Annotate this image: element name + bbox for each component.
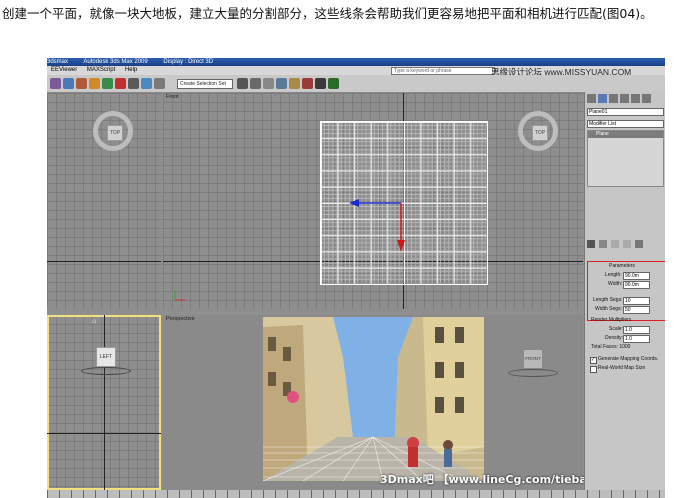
title-display: Display : Direct 3D: [163, 59, 214, 65]
real-world-checkbox[interactable]: [590, 366, 597, 373]
configure-sets-icon[interactable]: [635, 240, 643, 248]
parameters-rollout-title[interactable]: Parameters: [609, 263, 635, 269]
title-app: 3dsmax: [47, 59, 69, 65]
schematic-icon[interactable]: [289, 78, 300, 89]
title-bar: 3dsmax Autodesk 3ds Max 2009 Display : D…: [47, 58, 665, 66]
unlink-icon[interactable]: [76, 78, 87, 89]
search-input[interactable]: Type a keyword or phrase: [391, 67, 495, 75]
show-end-result-icon[interactable]: [599, 240, 607, 248]
remove-modifier-icon[interactable]: [623, 240, 631, 248]
grid-axis-y: [104, 315, 105, 490]
title-product: Autodesk 3ds Max 2009: [83, 59, 148, 65]
bind-icon[interactable]: [89, 78, 100, 89]
menu-item-help[interactable]: Help: [125, 67, 137, 73]
undo-icon[interactable]: [50, 78, 61, 89]
selection-set-dropdown[interactable]: Create Selection Set: [177, 79, 233, 89]
max-screenshot: 3dsmax Autodesk 3ds Max 2009 Display : D…: [47, 58, 665, 498]
viewport-left[interactable]: LEFT ⌂: [47, 315, 161, 490]
length-segs-field[interactable]: 10: [623, 297, 650, 305]
home-icon[interactable]: ⌂: [92, 318, 96, 325]
scale-icon[interactable]: [154, 78, 165, 89]
viewcube-face-top: TOP: [107, 125, 123, 141]
modify-tab-icon[interactable]: [598, 94, 607, 103]
viewport-label-perspective: Perspective: [166, 316, 195, 322]
viewcube-ring: [508, 369, 558, 377]
length-field[interactable]: 90.0m: [623, 272, 650, 280]
viewport-label-front: Front: [166, 94, 179, 100]
density-label: Density:: [605, 335, 624, 341]
hierarchy-tab-icon[interactable]: [609, 94, 618, 103]
scale-label: Scale:: [609, 326, 623, 332]
background-photo: [263, 317, 484, 481]
move-icon[interactable]: [128, 78, 139, 89]
scale-field[interactable]: 1.0: [623, 326, 650, 334]
modifier-list-dropdown[interactable]: Modifier List: [587, 120, 664, 128]
viewport-front[interactable]: Front TOP: [163, 93, 583, 309]
pin-stack-icon[interactable]: [587, 240, 595, 248]
rotate-icon[interactable]: [141, 78, 152, 89]
layer-icon[interactable]: [263, 78, 274, 89]
total-faces-label: Total Faces: 1000: [591, 344, 631, 350]
street-photo-illustration: [263, 317, 484, 481]
stack-controls: [587, 240, 664, 250]
viewcube-face-front: FRONT: [523, 349, 543, 369]
viewcube-perspective[interactable]: FRONT: [508, 345, 558, 377]
length-label: Length:: [605, 272, 622, 278]
length-segs-label: Length Segs:: [593, 297, 623, 303]
viewcube-face-left: LEFT: [96, 347, 116, 367]
create-tab-icon[interactable]: [587, 94, 596, 103]
material-editor-icon[interactable]: [302, 78, 313, 89]
generate-mapping-label: Generate Mapping Coords.: [598, 356, 659, 362]
modifier-stack: Plane: [587, 130, 664, 187]
command-panel: Plane01 Modifier List Plane Parameters L…: [584, 92, 665, 498]
render-multipliers-label: Render Multipliers: [591, 317, 632, 323]
link-icon[interactable]: [63, 78, 74, 89]
generate-mapping-checkbox[interactable]: ✓: [590, 357, 597, 364]
utilities-tab-icon[interactable]: [642, 94, 651, 103]
main-toolbar: Create Selection Set: [47, 75, 665, 93]
article-caption: 创建一个平面，就像一块大地板，建立大量的分割部分，这些线条会帮助我们更容易地把平…: [2, 6, 653, 21]
make-unique-icon[interactable]: [611, 240, 619, 248]
viewcube-ring: [81, 367, 131, 375]
render-setup-icon[interactable]: [315, 78, 326, 89]
viewcube-left[interactable]: LEFT: [81, 343, 131, 375]
curve-editor-icon[interactable]: [276, 78, 287, 89]
density-field[interactable]: 1.0: [623, 335, 650, 343]
timeline-ruler[interactable]: [47, 490, 665, 498]
real-world-label: Real-World Map Size: [598, 365, 646, 371]
viewcube-face-front: TOP: [532, 125, 548, 141]
menu-item-maxscript[interactable]: MAXScript: [87, 67, 115, 73]
grid-axis-x: [47, 261, 161, 262]
stack-item-plane[interactable]: Plane: [588, 131, 663, 138]
panel-tabs: [587, 94, 664, 104]
width-segs-field[interactable]: 50: [623, 306, 650, 314]
viewcube-front[interactable]: TOP: [518, 111, 558, 151]
select-region-icon[interactable]: [115, 78, 126, 89]
viewport-top[interactable]: TOP: [47, 93, 161, 309]
render-icon[interactable]: [328, 78, 339, 89]
select-icon[interactable]: [102, 78, 113, 89]
motion-tab-icon[interactable]: [620, 94, 629, 103]
menu-item-eeviewer[interactable]: EEViewer: [51, 67, 77, 73]
width-segs-label: Width Segs:: [595, 306, 622, 312]
mirror-icon[interactable]: [237, 78, 248, 89]
width-label: Width:: [608, 281, 623, 287]
display-tab-icon[interactable]: [631, 94, 640, 103]
transform-gizmo[interactable]: [343, 188, 413, 258]
axis-tripod-icon: [174, 290, 185, 301]
width-field[interactable]: 90.0m: [623, 281, 650, 289]
object-name-field[interactable]: Plane01: [587, 108, 664, 116]
align-icon[interactable]: [250, 78, 261, 89]
viewcube-top[interactable]: TOP: [93, 111, 133, 151]
